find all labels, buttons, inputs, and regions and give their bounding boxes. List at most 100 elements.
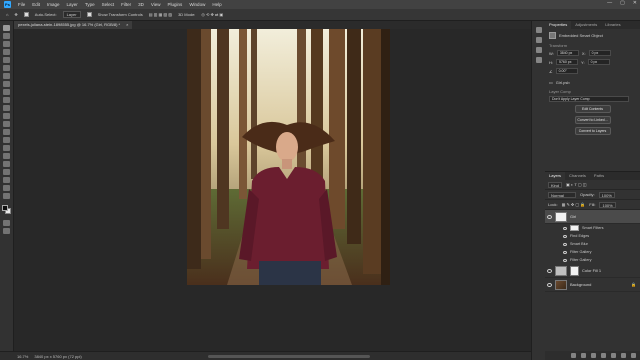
add-mask-icon[interactable]	[591, 353, 596, 358]
color-swatches[interactable]	[2, 205, 11, 214]
convert-to-layers-button[interactable]: Convert to Layers	[574, 127, 611, 135]
filter-row[interactable]: Filter Gallery	[545, 256, 640, 264]
gradient-tool-icon[interactable]	[3, 121, 10, 127]
menu-layer[interactable]: Layer	[67, 2, 78, 7]
clone-stamp-tool-icon[interactable]	[3, 97, 10, 103]
visibility-eye-icon[interactable]	[547, 268, 552, 273]
menu-select[interactable]: Select	[102, 2, 115, 7]
healing-brush-tool-icon[interactable]	[3, 81, 10, 87]
menu-image[interactable]: Image	[47, 2, 60, 7]
tab-layers[interactable]: Layers	[545, 172, 566, 180]
menu-3d[interactable]: 3D	[138, 2, 144, 7]
zoom-tool-icon[interactable]	[3, 185, 10, 191]
home-icon[interactable]: ⌂	[6, 12, 8, 17]
filter-row[interactable]: Filter Gallery	[545, 248, 640, 256]
filter-icons[interactable]: ▣ ◐ T ▢ ◫	[566, 182, 587, 187]
tab-properties[interactable]: Properties	[545, 21, 572, 29]
eraser-tool-icon[interactable]	[3, 113, 10, 119]
crop-tool-icon[interactable]	[3, 57, 10, 63]
tab-adjustments[interactable]: Adjustments	[571, 21, 601, 29]
menu-plugins[interactable]: Plugins	[168, 2, 183, 7]
blur-tool-icon[interactable]	[3, 129, 10, 135]
rectangle-tool-icon[interactable]	[3, 169, 10, 175]
photoshop-logo-icon[interactable]: Ps	[4, 1, 11, 8]
close-tab-icon[interactable]: ×	[126, 21, 128, 29]
link-layers-icon[interactable]	[571, 353, 576, 358]
y-field[interactable]: 0 px	[587, 59, 610, 65]
brush-tool-icon[interactable]	[3, 89, 10, 95]
screen-mode-icon[interactable]	[3, 228, 10, 234]
menu-filter[interactable]: Filter	[121, 2, 131, 7]
document-canvas-image[interactable]	[187, 29, 390, 285]
quick-select-tool-icon[interactable]	[3, 49, 10, 55]
minimize-icon[interactable]: —	[607, 0, 612, 6]
close-icon[interactable]: ✕	[633, 0, 637, 6]
layer-style-icon[interactable]	[581, 353, 586, 358]
path-select-tool-icon[interactable]	[3, 161, 10, 167]
menu-help[interactable]: Help	[212, 2, 221, 7]
history-panel-icon[interactable]	[535, 27, 542, 33]
transform-controls-checkbox[interactable]	[86, 12, 92, 17]
width-field[interactable]: 3840 px	[556, 50, 579, 56]
kind-filter-dropdown[interactable]: Kind	[548, 181, 563, 188]
angle-field[interactable]: 0.00°	[555, 68, 578, 74]
swatches-panel-icon[interactable]	[535, 47, 542, 53]
marquee-tool-icon[interactable]	[3, 33, 10, 39]
adjustment-layer-icon[interactable]	[601, 353, 606, 358]
layer-color-fill[interactable]: Color Fill 1	[545, 264, 640, 278]
dodge-tool-icon[interactable]	[3, 137, 10, 143]
auto-select-checkbox[interactable]	[23, 12, 29, 17]
frame-tool-icon[interactable]	[3, 65, 10, 71]
visibility-eye-icon[interactable]	[547, 214, 552, 219]
eyedropper-tool-icon[interactable]	[3, 73, 10, 79]
height-field[interactable]: 5760 px	[556, 59, 578, 65]
visibility-eye-icon[interactable]	[563, 226, 567, 230]
document-info[interactable]: 3840 px x 5760 px (72 ppi)	[34, 354, 81, 359]
lasso-tool-icon[interactable]	[3, 41, 10, 47]
more-tools-icon[interactable]	[3, 193, 10, 199]
menu-edit[interactable]: Edit	[32, 2, 40, 7]
visibility-eye-icon[interactable]	[563, 258, 567, 262]
visibility-eye-icon[interactable]	[563, 250, 567, 254]
tab-libraries[interactable]: Libraries	[601, 21, 624, 29]
align-icons[interactable]: ▤ ▥ ▦ ▧ ▨	[149, 12, 172, 17]
delete-layer-icon[interactable]	[631, 353, 636, 358]
hand-tool-icon[interactable]	[3, 177, 10, 183]
new-group-icon[interactable]	[611, 353, 616, 358]
pen-tool-icon[interactable]	[3, 145, 10, 151]
opacity-field[interactable]: 100%	[598, 191, 615, 198]
visibility-eye-icon[interactable]	[563, 242, 567, 246]
x-field[interactable]: 0 px	[588, 50, 611, 56]
tab-channels[interactable]: Channels	[565, 172, 590, 180]
blend-mode-dropdown[interactable]: Normal	[548, 191, 576, 198]
visibility-eye-icon[interactable]	[563, 234, 567, 238]
layer-girl[interactable]: Girl	[545, 210, 640, 224]
lock-icon[interactable]: 🔒	[631, 282, 636, 287]
fill-field[interactable]: 100%	[599, 201, 616, 208]
smart-filters-row[interactable]: Smart Filters	[545, 224, 640, 232]
filter-row[interactable]: Find Edges	[545, 232, 640, 240]
foreground-color-swatch[interactable]	[2, 205, 8, 211]
menu-file[interactable]: File	[18, 2, 25, 7]
tab-paths[interactable]: Paths	[590, 172, 608, 180]
edit-contents-button[interactable]: Edit Contents	[574, 105, 611, 113]
maximize-icon[interactable]: ▢	[620, 0, 625, 6]
convert-to-linked-button[interactable]: Convert to Linked...	[574, 116, 611, 124]
3d-icons[interactable]: ◎ ⟲ ✥ ⇄ ▣	[201, 12, 223, 17]
new-layer-icon[interactable]	[621, 353, 626, 358]
menu-type[interactable]: Type	[85, 2, 95, 7]
layer-background[interactable]: Background 🔒	[545, 278, 640, 292]
zoom-level[interactable]: 16.7%	[17, 354, 28, 359]
move-tool-icon[interactable]	[3, 25, 10, 31]
document-tab[interactable]: pexels-juliana-stein-1898555.jpg @ 16.7%…	[14, 21, 133, 29]
brush-panel-icon[interactable]	[535, 57, 542, 63]
auto-select-dropdown[interactable]: Layer	[62, 11, 81, 18]
layer-comp-dropdown[interactable]: Don't Apply Layer Comp	[549, 96, 629, 102]
filter-row[interactable]: Smart Blur	[545, 240, 640, 248]
quick-mask-icon[interactable]	[3, 220, 10, 226]
color-panel-icon[interactable]	[535, 37, 542, 43]
move-tool-icon[interactable]: ✥	[14, 12, 17, 17]
visibility-eye-icon[interactable]	[547, 282, 552, 287]
canvas-area[interactable]	[14, 29, 542, 351]
horizontal-scrollbar[interactable]	[208, 355, 370, 358]
